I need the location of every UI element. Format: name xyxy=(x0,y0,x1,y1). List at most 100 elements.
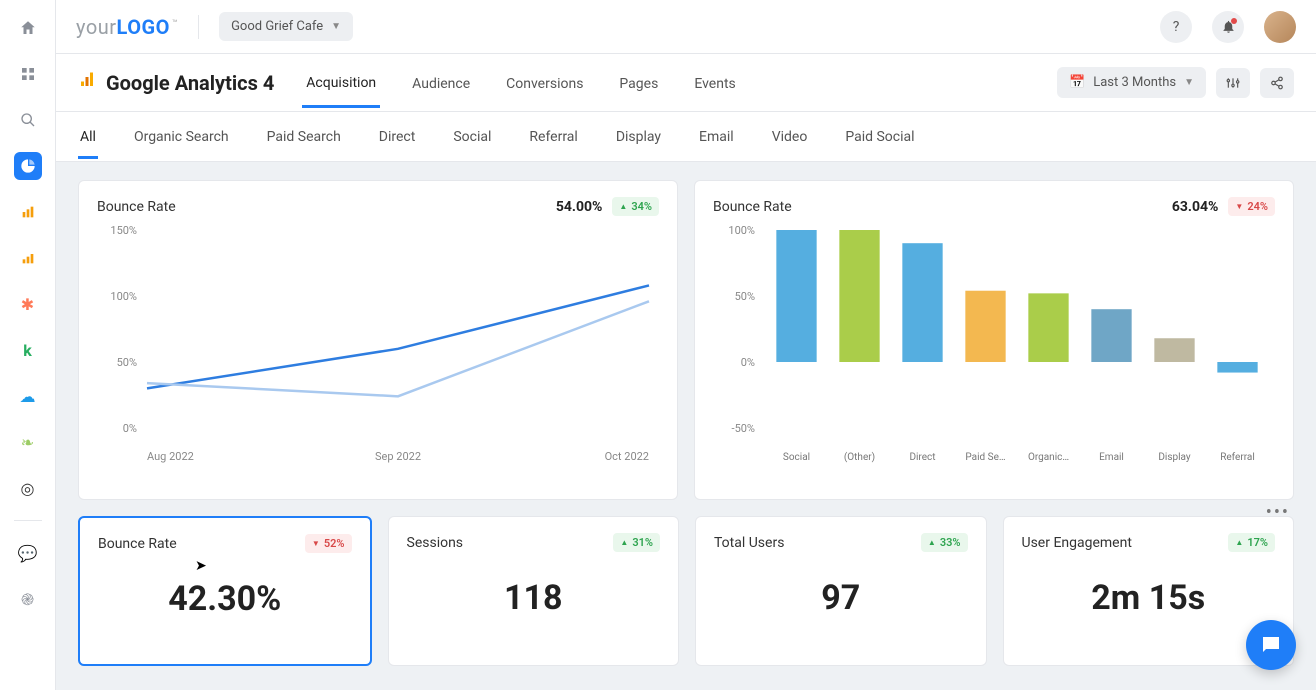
triangle-down-icon: ▼ xyxy=(312,539,320,548)
kpi-1-title: Sessions xyxy=(407,535,464,551)
line-card-title: Bounce Rate xyxy=(97,199,176,215)
date-range-selector[interactable]: 📅 Last 3 Months ▼ xyxy=(1057,67,1206,98)
svg-text:Email: Email xyxy=(1099,452,1124,463)
subtab-all[interactable]: All xyxy=(78,115,98,159)
comment-icon[interactable]: 💬 xyxy=(14,539,42,567)
hubspot-icon[interactable]: ✱ xyxy=(14,290,42,318)
brand-tm: ™ xyxy=(172,19,178,29)
intercom-chat-button[interactable] xyxy=(1246,620,1296,670)
bar-card-value: 63.04% xyxy=(1172,199,1219,215)
ga4-icon xyxy=(78,71,96,94)
line-card-delta: 34% xyxy=(631,200,652,213)
kpi-bounce-rate[interactable]: Bounce Rate ▼52% ➤ 42.30% xyxy=(78,516,372,666)
bars-orange-icon[interactable] xyxy=(14,198,42,226)
content-area: Bounce Rate 54.00% ▲ 34% 0% 50% 100% 150% Aug… xyxy=(56,162,1316,684)
home-icon[interactable] xyxy=(14,14,42,42)
salesforce-icon[interactable]: ☁ xyxy=(14,382,42,410)
target-icon[interactable]: ◎ xyxy=(14,474,42,502)
kpi-sessions[interactable]: Sessions ▲31% 118 xyxy=(388,516,680,666)
bar-card-delta-badge: ▼ 24% xyxy=(1228,197,1275,216)
svg-text:Organic…: Organic… xyxy=(1028,452,1069,463)
brand-part2: LOGO xyxy=(117,15,170,39)
tab-audience[interactable]: Audience xyxy=(408,58,474,108)
page-title-text: Google Analytics 4 xyxy=(106,71,274,95)
brand-part1: your xyxy=(76,15,117,39)
subtab-email[interactable]: Email xyxy=(697,115,736,158)
tab-acquisition[interactable]: Acquisition xyxy=(302,57,380,108)
line-card-delta-badge: ▲ 34% xyxy=(612,197,659,216)
site-selector[interactable]: Good Grief Cafe ▼ xyxy=(219,12,353,41)
tab-events[interactable]: Events xyxy=(690,58,739,108)
svg-text:150%: 150% xyxy=(110,224,137,237)
svg-text:Sep 2022: Sep 2022 xyxy=(375,450,421,463)
topbar: yourLOGO™ Good Grief Cafe ▼ ? xyxy=(56,0,1316,54)
user-avatar[interactable] xyxy=(1264,11,1296,43)
triangle-up-icon: ▲ xyxy=(620,538,628,547)
topbar-divider xyxy=(198,15,199,39)
tab-conversions[interactable]: Conversions xyxy=(502,58,587,108)
search-icon[interactable] xyxy=(14,106,42,134)
svg-text:50%: 50% xyxy=(735,290,755,303)
brand-logo: yourLOGO™ xyxy=(76,15,178,39)
svg-text:Direct: Direct xyxy=(909,452,935,463)
svg-text:100%: 100% xyxy=(728,224,755,237)
kpi-1-badge: ▲ 31% xyxy=(613,533,660,552)
subtab-referral[interactable]: Referral xyxy=(527,115,579,158)
bar-card-title: Bounce Rate xyxy=(713,199,792,215)
subtab-paid-social[interactable]: Paid Social xyxy=(843,115,916,158)
line-chart: 0% 50% 100% 150% Aug 2022 Sep 2022 Oct 2022 xyxy=(97,224,659,474)
leaf-icon[interactable]: ❧ xyxy=(14,428,42,456)
kpi-3-title: User Engagement xyxy=(1022,535,1132,551)
svg-text:(Other): (Other) xyxy=(844,451,875,463)
subtab-social[interactable]: Social xyxy=(451,115,493,158)
triangle-up-icon: ▲ xyxy=(619,202,627,211)
subtab-video[interactable]: Video xyxy=(770,115,810,158)
svg-text:50%: 50% xyxy=(117,356,137,369)
triangle-down-icon: ▼ xyxy=(1235,202,1243,211)
cursor-icon: ➤ xyxy=(195,558,207,574)
kpi-2-delta: 33% xyxy=(940,536,961,549)
kpi-0-title: Bounce Rate xyxy=(98,536,177,552)
notification-dot xyxy=(1231,18,1237,24)
sidebar-divider xyxy=(14,520,42,521)
subtab-organic-search[interactable]: Organic Search xyxy=(132,115,231,158)
subtab-direct[interactable]: Direct xyxy=(377,115,418,158)
kpi-0-delta: 52% xyxy=(324,537,345,550)
subtab-display[interactable]: Display xyxy=(614,115,663,158)
kpi-2-badge: ▲ 33% xyxy=(921,533,968,552)
secondary-tab-row: All Organic Search Paid Search Direct So… xyxy=(56,112,1316,162)
chevron-down-icon: ▼ xyxy=(331,21,341,32)
spiral-icon[interactable]: ֎ xyxy=(14,585,42,613)
chevron-down-icon: ▼ xyxy=(1184,77,1194,88)
svg-text:-50%: -50% xyxy=(732,422,755,435)
svg-text:Referral: Referral xyxy=(1220,451,1255,463)
svg-text:100%: 100% xyxy=(110,290,137,303)
kpi-2-title: Total Users xyxy=(714,535,784,551)
line-card-value: 54.00% xyxy=(556,199,603,215)
svg-text:Oct 2022: Oct 2022 xyxy=(605,450,649,463)
svg-text:Paid Se…: Paid Se… xyxy=(965,452,1005,463)
tab-pages[interactable]: Pages xyxy=(615,58,662,108)
settings-button[interactable] xyxy=(1216,68,1250,98)
analytics-pie-icon[interactable] xyxy=(14,152,42,180)
kpi-3-value: 2m 15s xyxy=(1022,578,1276,618)
share-button[interactable] xyxy=(1260,68,1294,98)
subtab-paid-search[interactable]: Paid Search xyxy=(265,115,343,158)
bar-card-delta: 24% xyxy=(1247,200,1268,213)
svg-text:0%: 0% xyxy=(123,422,137,435)
kpi-1-delta: 31% xyxy=(632,536,653,549)
page-title: Google Analytics 4 xyxy=(78,71,274,95)
bars-orange2-icon[interactable] xyxy=(14,244,42,272)
kpi-3-delta: 17% xyxy=(1247,536,1268,549)
bounce-rate-bar-card: Bounce Rate 63.04% ▼24% -50%0%50%100%Soc… xyxy=(694,180,1294,500)
kpi-3-badge: ▲17% xyxy=(1228,533,1275,552)
apps-icon[interactable] xyxy=(14,60,42,88)
k-icon[interactable]: k xyxy=(14,336,42,364)
svg-text:Aug 2022: Aug 2022 xyxy=(147,450,194,463)
svg-text:Social: Social xyxy=(783,452,810,463)
help-button[interactable]: ? xyxy=(1160,11,1192,43)
notifications-button[interactable] xyxy=(1212,11,1244,43)
triangle-up-icon: ▲ xyxy=(928,538,936,547)
site-selector-label: Good Grief Cafe xyxy=(231,19,323,34)
kpi-total-users[interactable]: Total Users ▲33% 97 xyxy=(695,516,987,666)
